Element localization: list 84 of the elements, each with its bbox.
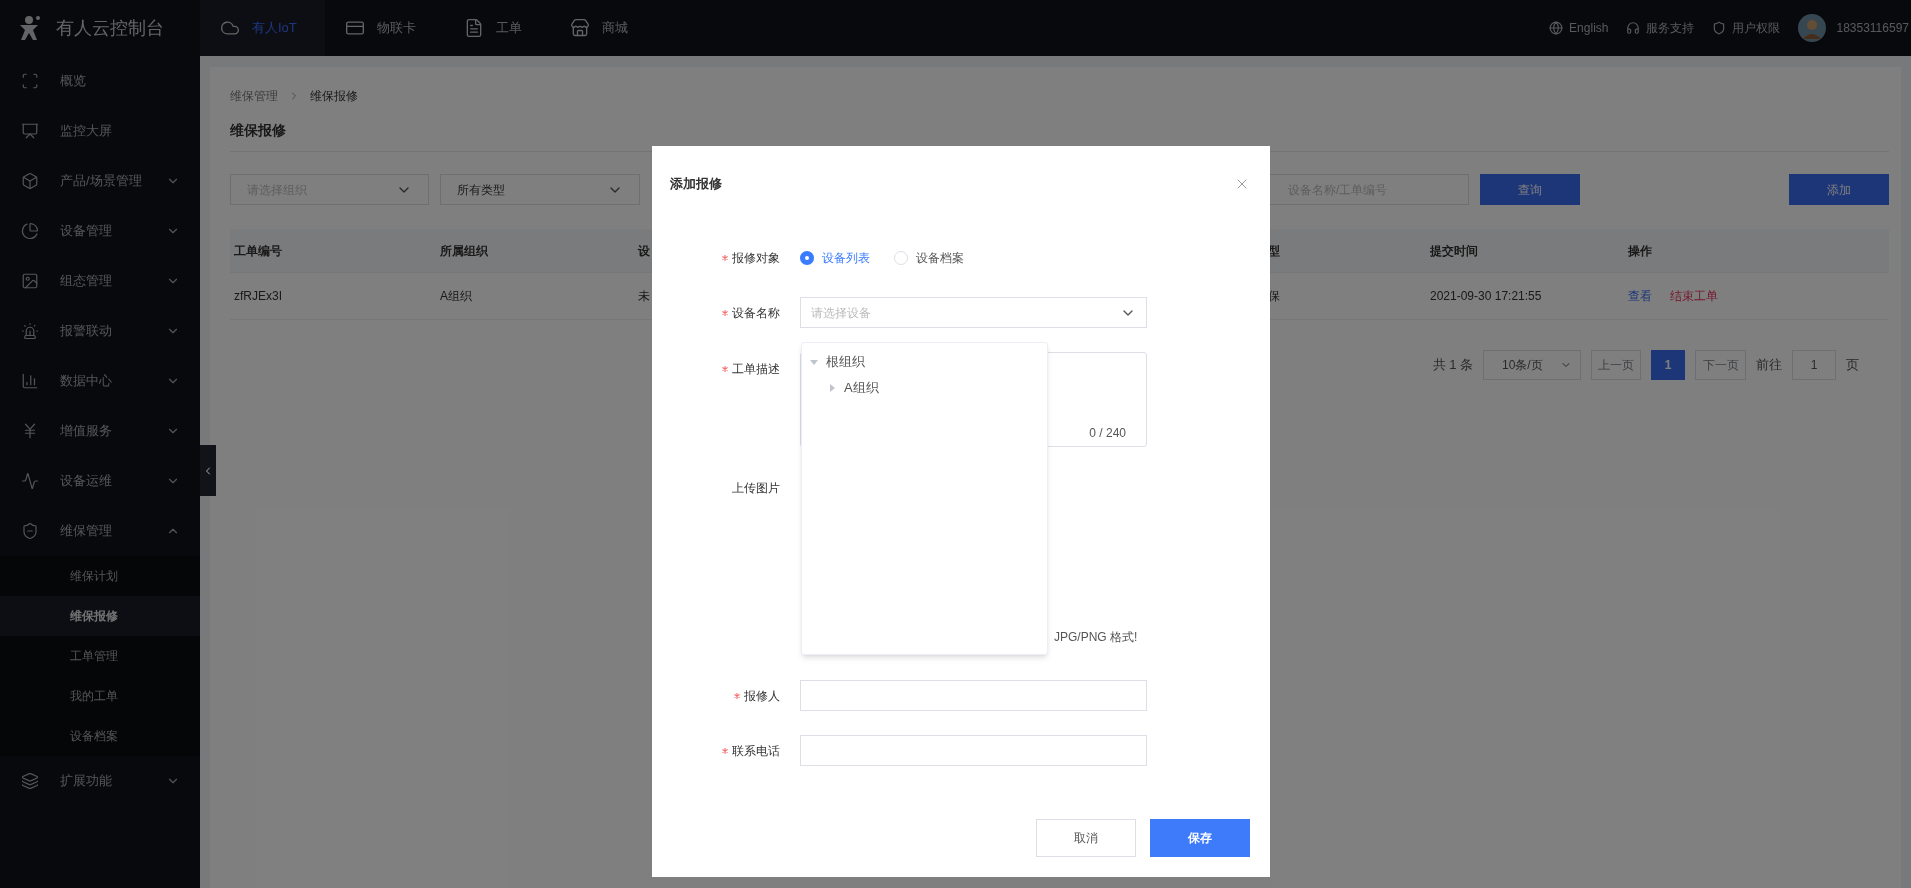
sidebar-item[interactable]: 产品/场景管理 bbox=[0, 156, 200, 206]
page-suffix: 页 bbox=[1846, 356, 1859, 375]
monitor-icon bbox=[21, 122, 39, 140]
page-size-select[interactable]: 10条/页 bbox=[1483, 350, 1581, 380]
submenu-item[interactable]: 我的工单 bbox=[0, 676, 200, 716]
bar-chart-icon bbox=[21, 372, 39, 390]
collapse-handle[interactable] bbox=[200, 445, 216, 496]
sidebar-item[interactable]: 报警联动 bbox=[0, 306, 200, 356]
shield-icon bbox=[21, 522, 39, 540]
column-header: 工单编号 bbox=[234, 243, 282, 258]
form-label: 报修对象 bbox=[732, 250, 780, 267]
device-select[interactable]: 请选择设备 bbox=[800, 297, 1147, 328]
submenu-item[interactable]: 维保计划 bbox=[0, 556, 200, 596]
sidebar-item[interactable]: 增值服务 bbox=[0, 406, 200, 456]
radio-option[interactable]: 设备列表 bbox=[800, 249, 870, 267]
alarm-icon bbox=[21, 322, 39, 340]
goto-label: 前往 bbox=[1756, 356, 1782, 375]
page-number-field[interactable]: 1 bbox=[1792, 350, 1836, 380]
column-header: 操作 bbox=[1628, 243, 1652, 258]
text-field[interactable] bbox=[800, 735, 1147, 766]
submenu-item[interactable]: 维保报修 bbox=[0, 596, 200, 636]
scan-icon bbox=[21, 72, 39, 90]
pie-chart-icon bbox=[21, 222, 39, 240]
sidebar-item[interactable]: 维保管理 bbox=[0, 506, 200, 556]
form-label: 设备名称 bbox=[732, 304, 780, 322]
radio-option[interactable]: 设备档案 bbox=[894, 249, 964, 267]
column-header: 提交时间 bbox=[1430, 243, 1478, 258]
text-field[interactable] bbox=[800, 680, 1147, 711]
avatar[interactable] bbox=[1798, 14, 1827, 42]
cloud-icon bbox=[220, 18, 240, 38]
cube-icon bbox=[21, 172, 39, 190]
sidebar-item[interactable]: 数据中心 bbox=[0, 356, 200, 406]
page-button[interactable]: 1 bbox=[1651, 350, 1685, 380]
caret-right-icon bbox=[828, 384, 836, 392]
nav-tab[interactable]: 商城 bbox=[549, 0, 656, 56]
globe-icon bbox=[1549, 21, 1564, 35]
sidebar-item[interactable]: 概览 bbox=[0, 56, 200, 106]
sidebar-item[interactable]: 组态管理 bbox=[0, 256, 200, 306]
form-label: 联系电话 bbox=[732, 742, 780, 760]
tree-node[interactable]: 根组织 bbox=[802, 349, 1047, 375]
nav-tab[interactable]: 物联卡 bbox=[324, 0, 444, 56]
shield-icon bbox=[1712, 21, 1727, 35]
type-select[interactable]: 所有类型 bbox=[440, 174, 640, 205]
tree-node[interactable]: A组织 bbox=[802, 375, 1047, 401]
add-button[interactable]: 添加 bbox=[1789, 174, 1889, 205]
sidebar-item[interactable]: 监控大屏 bbox=[0, 106, 200, 156]
submenu-item[interactable]: 设备档案 bbox=[0, 716, 200, 756]
dialog-title: 添加报修 bbox=[670, 175, 723, 194]
action-link[interactable]: 结束工单 bbox=[1670, 287, 1718, 305]
app-title: 有人云控制台 bbox=[56, 16, 164, 40]
header-link[interactable]: English bbox=[1549, 19, 1609, 37]
nav-tab[interactable]: 有人IoT bbox=[200, 0, 325, 56]
nav-tab[interactable]: 工单 bbox=[443, 0, 550, 56]
save-button[interactable]: 保存 bbox=[1150, 819, 1250, 857]
table-cell: 未 bbox=[638, 289, 650, 303]
caret-down-icon bbox=[810, 358, 818, 366]
table-cell: A组织 bbox=[440, 289, 472, 303]
store-icon bbox=[569, 18, 590, 38]
sidebar-item[interactable]: 扩展功能 bbox=[0, 756, 200, 806]
user-name[interactable]: 18353116597 bbox=[1836, 19, 1909, 37]
header-link[interactable]: 服务支持 bbox=[1626, 19, 1695, 37]
table-cell: 2021-09-30 17:21:55 bbox=[1430, 289, 1542, 303]
breadcrumb-item[interactable]: 维保管理 bbox=[230, 87, 278, 105]
total-count: 共 1 条 bbox=[1432, 356, 1473, 375]
sidebar-item[interactable]: 设备管理 bbox=[0, 206, 200, 256]
layers-icon bbox=[21, 772, 39, 790]
action-link[interactable]: 查看 bbox=[1628, 287, 1652, 305]
query-button[interactable]: 查询 bbox=[1480, 174, 1580, 205]
image-icon bbox=[21, 272, 39, 290]
form-label: 报修人 bbox=[744, 687, 780, 705]
pulse-icon bbox=[21, 472, 39, 490]
form-label: 工单描述 bbox=[732, 361, 780, 378]
breadcrumb-item: 维保报修 bbox=[310, 88, 358, 105]
sidebar-item[interactable]: 设备运维 bbox=[0, 456, 200, 506]
form-label: 上传图片 bbox=[732, 480, 780, 497]
character-counter: 0 / 240 bbox=[1089, 425, 1126, 442]
upload-hint: JPG/PNG 格式! bbox=[1054, 629, 1139, 646]
headset-icon bbox=[1626, 21, 1641, 35]
header-link[interactable]: 用户权限 bbox=[1712, 19, 1781, 37]
cancel-button[interactable]: 取消 bbox=[1036, 819, 1136, 857]
column-header: 所属组织 bbox=[440, 243, 488, 258]
submenu-item[interactable]: 工单管理 bbox=[0, 636, 200, 676]
table-cell: zfRJEx3I bbox=[234, 289, 282, 303]
column-header: 设 bbox=[638, 243, 650, 258]
